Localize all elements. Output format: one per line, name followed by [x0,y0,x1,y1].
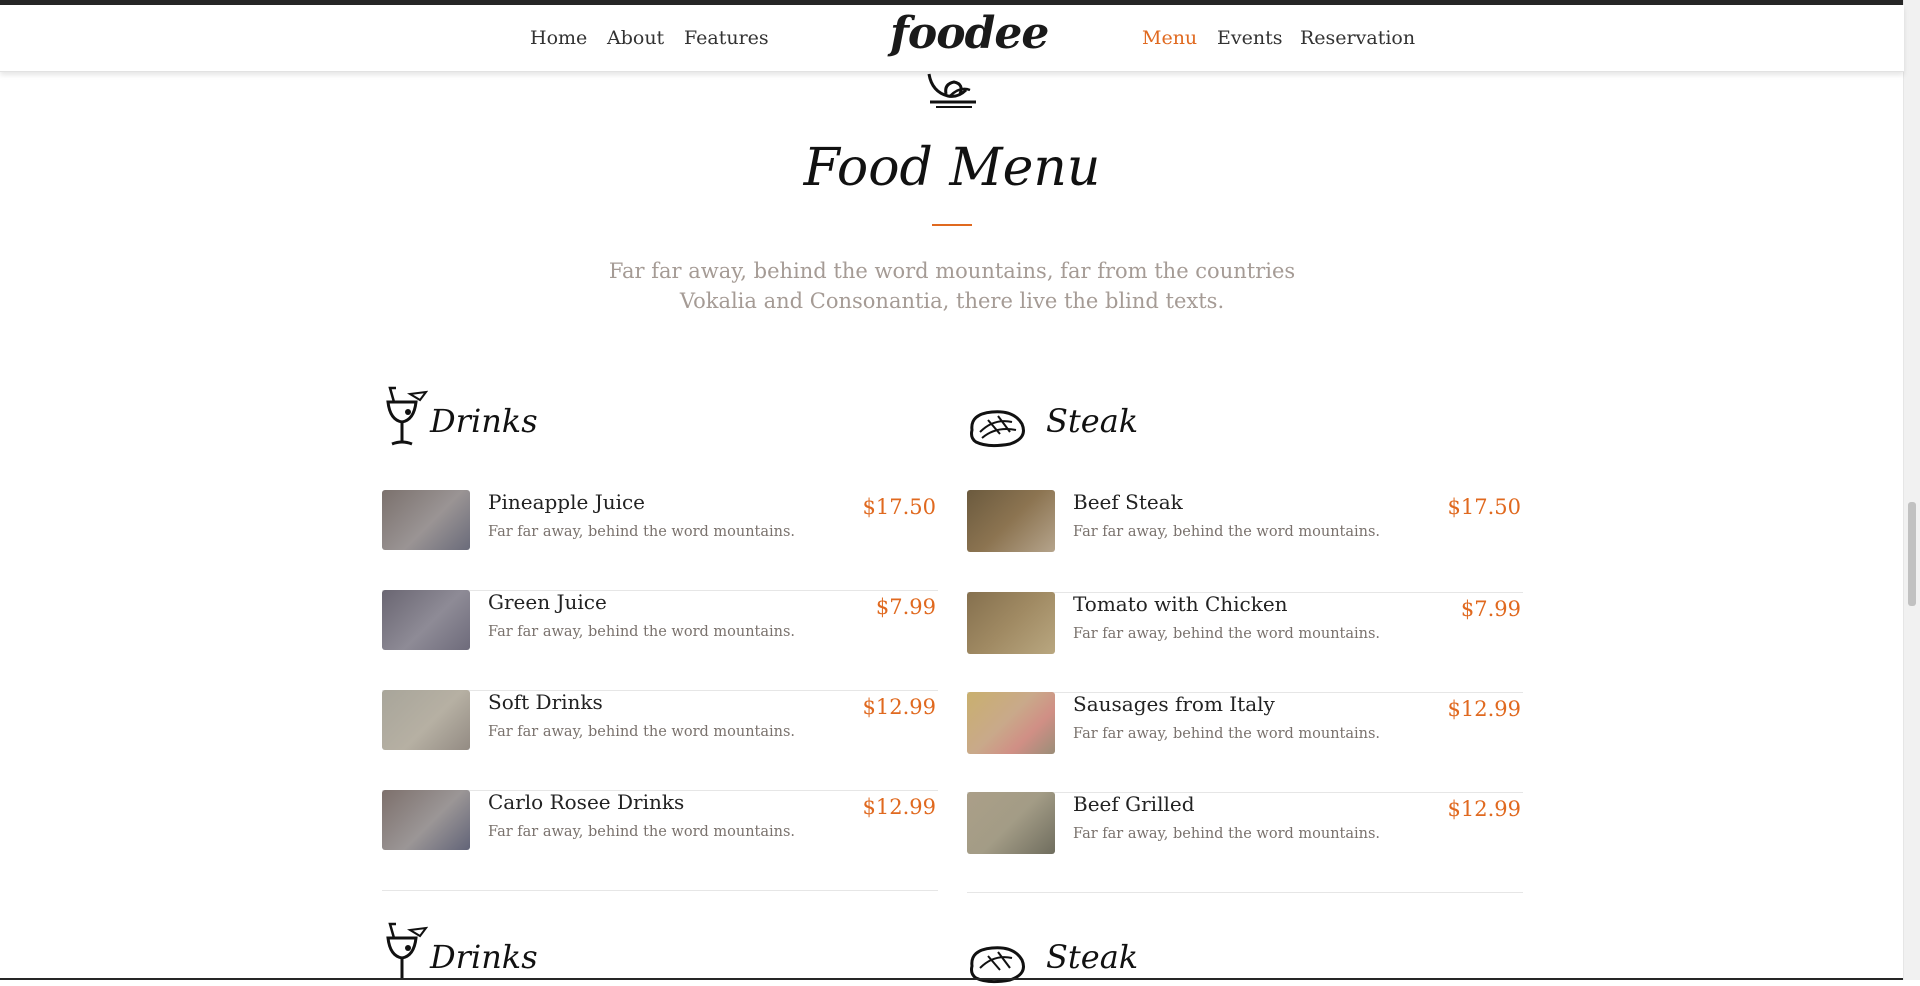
nav-link-about[interactable]: About [607,27,664,49]
nav-link-events[interactable]: Events [1217,27,1282,49]
menu-item[interactable]: Beef Steak Far far away, behind the word… [967,490,1523,593]
menu-item[interactable]: Carlo Rosee Drinks Far far away, behind … [382,790,938,891]
title-divider [932,224,972,226]
menu-item[interactable]: Tomato with Chicken Far far away, behind… [967,592,1523,693]
category-title-steak: Steak [1046,402,1139,440]
category-title-steak-2: Steak [1046,938,1139,976]
category-title-drinks: Drinks [430,402,538,440]
steak-icon [970,410,1025,448]
scrollbar-thumb[interactable] [1908,502,1916,606]
nav-link-menu[interactable]: Menu [1142,27,1197,49]
navbar: Home About Features foodee Menu Events R… [0,5,1904,72]
item-description: Far far away, behind the word mountains. [1073,726,1381,742]
item-name: Tomato with Chicken [1073,592,1288,616]
brand-logo[interactable]: foodee [890,8,1049,59]
item-photo [967,490,1055,552]
item-price: $12.99 [862,795,936,819]
item-photo [967,792,1055,854]
item-photo [967,592,1055,654]
item-price: $7.99 [875,595,936,619]
category-title-drinks-2: Drinks [430,938,538,976]
item-name: Beef Steak [1073,490,1183,514]
item-description: Far far away, behind the word mountains. [488,624,796,640]
serving-dish-icon [927,73,976,108]
section-description: Far far away, behind the word mountains,… [608,259,1296,313]
cocktail-icon [386,386,428,446]
menu-item[interactable]: Beef Grilled Far far away, behind the wo… [967,792,1523,893]
item-description: Far far away, behind the word mountains. [1073,524,1381,540]
item-description: Far far away, behind the word mountains. [1073,826,1381,842]
item-description: Far far away, behind the word mountains. [488,824,796,840]
section-title: Food Menu [803,138,1101,198]
item-description: Far far away, behind the word mountains. [488,524,796,540]
cocktail-icon [386,922,428,978]
item-price: $17.50 [862,495,936,519]
item-photo [382,690,470,750]
item-price: $12.99 [1447,797,1521,821]
item-name: Green Juice [488,590,607,614]
item-description: Far far away, behind the word mountains. [1073,626,1381,642]
item-name: Pineapple Juice [488,490,646,514]
item-photo [967,692,1055,754]
item-name: Beef Grilled [1073,792,1195,816]
menu-item[interactable]: Soft Drinks Far far away, behind the wor… [382,690,938,791]
item-name: Carlo Rosee Drinks [488,790,685,814]
item-description: Far far away, behind the word mountains. [488,724,796,740]
item-price: $12.99 [1447,697,1521,721]
nav-link-reservation[interactable]: Reservation [1300,27,1415,49]
item-price: $12.99 [862,695,936,719]
item-price: $17.50 [1447,495,1521,519]
item-photo [382,790,470,850]
page-scrollbar[interactable] [1903,0,1920,980]
nav-link-features[interactable]: Features [684,27,769,49]
item-price: $7.99 [1460,597,1521,621]
menu-item[interactable]: Pineapple Juice Far far away, behind the… [382,490,938,591]
menu-item[interactable]: Green Juice Far far away, behind the wor… [382,590,938,691]
item-photo [382,590,470,650]
menu-item[interactable]: Sausages from Italy Far far away, behind… [967,692,1523,793]
item-name: Sausages from Italy [1073,692,1275,716]
item-name: Soft Drinks [488,690,603,714]
nav-link-home[interactable]: Home [530,27,587,49]
item-photo [382,490,470,550]
